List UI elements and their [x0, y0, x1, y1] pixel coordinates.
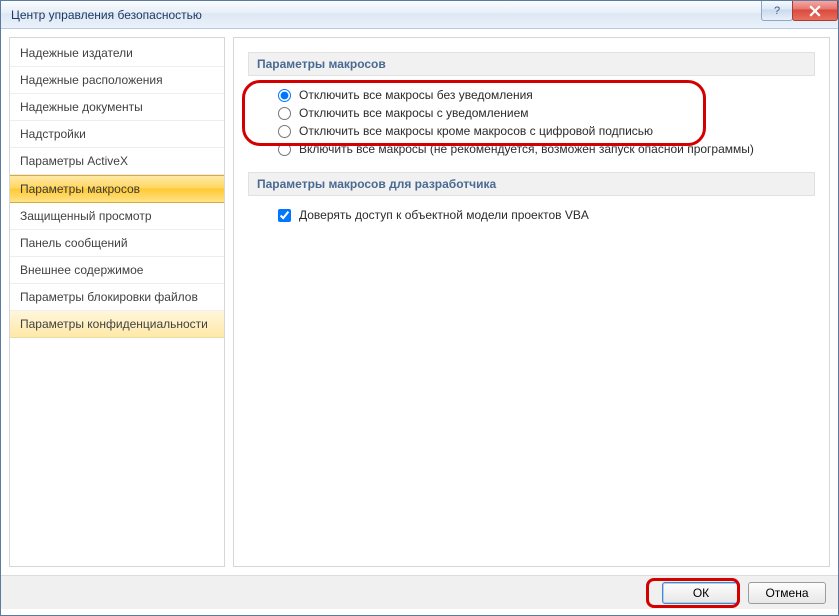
- option-disable-with-notify[interactable]: Отключить все макросы с уведомлением: [278, 104, 815, 122]
- help-icon: ?: [774, 5, 780, 17]
- window-title: Центр управления безопасностью: [11, 8, 202, 22]
- option-disable-except-signed[interactable]: Отключить все макросы кроме макросов с ц…: [278, 122, 815, 140]
- group-header-macro-settings: Параметры макросов: [248, 52, 815, 76]
- sidebar-item-addins[interactable]: Надстройки: [10, 121, 224, 148]
- help-button[interactable]: ?: [761, 1, 793, 21]
- checkbox-label: Доверять доступ к объектной модели проек…: [299, 208, 589, 222]
- title-bar: Центр управления безопасностью ?: [1, 1, 838, 29]
- sidebar-item-message-bar[interactable]: Панель сообщений: [10, 230, 224, 257]
- close-icon: [809, 5, 821, 17]
- sidebar-item-activex[interactable]: Параметры ActiveX: [10, 148, 224, 175]
- radio-enable-all[interactable]: [278, 143, 291, 156]
- sidebar-item-privacy[interactable]: Параметры конфиденциальности: [10, 311, 224, 338]
- radio-label: Отключить все макросы с уведомлением: [299, 106, 529, 120]
- radio-disable-no-notify[interactable]: [278, 89, 291, 102]
- sidebar-item-file-block[interactable]: Параметры блокировки файлов: [10, 284, 224, 311]
- macro-options: Отключить все макросы без уведомления От…: [248, 84, 815, 168]
- content-area: Надежные издатели Надежные расположения …: [1, 29, 838, 575]
- footer: ОК Отмена: [1, 575, 838, 609]
- developer-options: Доверять доступ к объектной модели проек…: [248, 204, 815, 234]
- radio-label: Отключить все макросы кроме макросов с ц…: [299, 124, 653, 138]
- option-trust-vba[interactable]: Доверять доступ к объектной модели проек…: [278, 206, 815, 224]
- checkbox-trust-vba[interactable]: [278, 209, 291, 222]
- radio-disable-except-signed[interactable]: [278, 125, 291, 138]
- cancel-button[interactable]: Отмена: [748, 582, 826, 604]
- sidebar-item-protected-view[interactable]: Защищенный просмотр: [10, 203, 224, 230]
- radio-disable-with-notify[interactable]: [278, 107, 291, 120]
- close-button[interactable]: [792, 1, 838, 21]
- sidebar-item-macro-settings[interactable]: Параметры макросов: [10, 175, 224, 203]
- radio-label: Отключить все макросы без уведомления: [299, 88, 533, 102]
- sidebar-item-external-content[interactable]: Внешнее содержимое: [10, 257, 224, 284]
- group-header-developer: Параметры макросов для разработчика: [248, 172, 815, 196]
- sidebar-item-trusted-locations[interactable]: Надежные расположения: [10, 67, 224, 94]
- option-disable-no-notify[interactable]: Отключить все макросы без уведомления: [278, 86, 815, 104]
- sidebar-item-trusted-documents[interactable]: Надежные документы: [10, 94, 224, 121]
- sidebar-item-trusted-publishers[interactable]: Надежные издатели: [10, 40, 224, 67]
- option-enable-all[interactable]: Включить все макросы (не рекомендуется, …: [278, 140, 815, 158]
- main-panel: Параметры макросов Отключить все макросы…: [233, 37, 830, 567]
- sidebar: Надежные издатели Надежные расположения …: [9, 37, 225, 567]
- radio-label: Включить все макросы (не рекомендуется, …: [299, 142, 754, 156]
- ok-button[interactable]: ОК: [662, 582, 740, 604]
